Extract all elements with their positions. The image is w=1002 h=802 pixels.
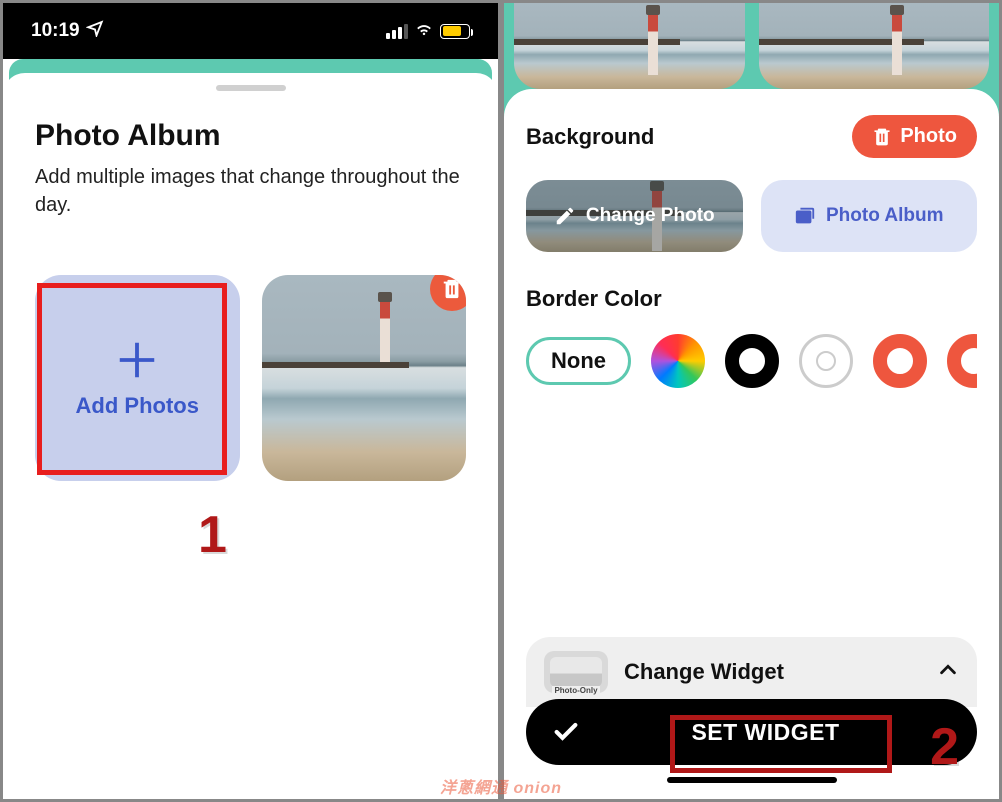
- album-icon: [794, 205, 816, 227]
- home-indicator[interactable]: [667, 777, 837, 783]
- annotation-step-1: 1: [198, 505, 227, 565]
- photo-album-sheet: Photo Album Add multiple images that cha…: [3, 73, 498, 799]
- chevron-up-icon: [937, 659, 959, 686]
- status-bar: 10:19: [3, 3, 498, 59]
- border-color-swatch-coral[interactable]: [947, 334, 977, 388]
- border-color-swatch-white[interactable]: [799, 334, 853, 388]
- border-color-swatch-rainbow[interactable]: [651, 334, 705, 388]
- plus-icon: [114, 337, 160, 383]
- photo-thumbnail[interactable]: [262, 275, 467, 481]
- pencil-icon: [554, 205, 576, 227]
- widget-config-sheet: Background Photo Change Photo Photo Albu…: [504, 89, 999, 799]
- change-widget-row[interactable]: Photo-Only Change Widget: [526, 637, 977, 707]
- beach-image: [262, 275, 467, 481]
- cellular-icon: [386, 24, 408, 39]
- remove-photo-label: Photo: [900, 125, 957, 148]
- change-photo-label: Change Photo: [586, 205, 715, 227]
- border-none-option[interactable]: None: [526, 337, 631, 385]
- widget-type-thumbnail: Photo-Only: [544, 651, 608, 693]
- wifi-icon: [414, 20, 434, 42]
- left-screenshot: 10:19 Photo Album Add multiple images th…: [0, 0, 501, 802]
- trash-icon: [872, 127, 892, 147]
- photo-album-label: Photo Album: [826, 205, 944, 227]
- trash-icon: [441, 278, 463, 300]
- background-section-label: Background: [526, 124, 654, 150]
- border-color-options: None: [526, 334, 977, 388]
- location-icon: [86, 19, 104, 43]
- border-color-swatch-coral[interactable]: [873, 334, 927, 388]
- status-time: 10:19: [31, 20, 80, 42]
- sheet-subtitle: Add multiple images that change througho…: [35, 163, 466, 219]
- set-widget-button[interactable]: SET WIDGET: [526, 699, 977, 765]
- widget-preview-strip: [504, 3, 999, 89]
- change-photo-button[interactable]: Change Photo: [526, 180, 743, 252]
- sheet-title: Photo Album: [35, 119, 466, 153]
- watermark: 洋蔥網通 onion: [440, 774, 562, 798]
- preview-thumb: [514, 3, 745, 89]
- border-color-section-label: Border Color: [526, 286, 977, 312]
- annotation-step-2: 2: [930, 717, 959, 777]
- remove-photo-button[interactable]: Photo: [852, 115, 977, 158]
- battery-icon: [440, 24, 470, 39]
- preview-thumb: [759, 3, 990, 89]
- check-icon: [552, 718, 580, 746]
- photo-album-button[interactable]: Photo Album: [761, 180, 978, 252]
- border-color-swatch-black[interactable]: [725, 334, 779, 388]
- set-widget-label: SET WIDGET: [580, 719, 951, 746]
- add-photos-button[interactable]: Add Photos: [35, 275, 240, 481]
- change-widget-label: Change Widget: [624, 659, 921, 685]
- add-photos-label: Add Photos: [76, 393, 199, 419]
- right-screenshot: Background Photo Change Photo Photo Albu…: [501, 0, 1002, 802]
